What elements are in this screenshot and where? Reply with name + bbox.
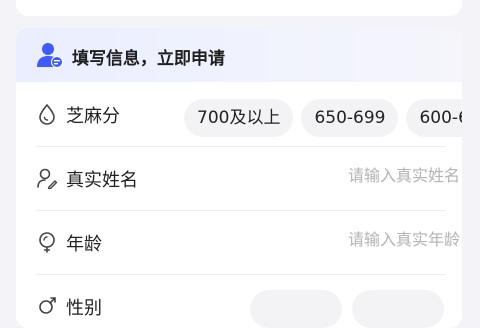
sesame-option-600-649[interactable]: 600-649 <box>406 99 462 137</box>
sesame-option-650-699[interactable]: 650-699 <box>301 99 399 137</box>
real-name-label: 真实姓名 <box>66 170 138 191</box>
real-name-row: 真实姓名 <box>36 148 462 210</box>
form-header: 填写信息，立即申请 <box>16 28 462 82</box>
sesame-score-options: 700及以上650-699600-649 <box>184 99 462 137</box>
droplet-icon <box>39 103 55 125</box>
pen-user-icon <box>37 168 58 189</box>
gender-option-male[interactable] <box>250 290 342 328</box>
divider <box>36 274 446 275</box>
balloon-icon <box>39 232 55 253</box>
user-form-icon <box>37 43 63 68</box>
gender-label: 性别 <box>66 298 102 319</box>
form-title: 填写信息，立即申请 <box>72 49 225 69</box>
age-row: 年龄 <box>36 212 462 274</box>
age-input[interactable] <box>220 230 460 249</box>
divider <box>36 146 446 147</box>
top-card <box>16 0 462 16</box>
sesame-option-700-plus[interactable]: 700及以上 <box>184 99 294 137</box>
divider <box>36 210 446 211</box>
sesame-score-label: 芝麻分 <box>66 106 120 127</box>
gender-row: 性别 <box>36 276 462 328</box>
application-form-card: 填写信息，立即申请 芝麻分 700及以上650-699600-649 真实姓名 <box>16 28 462 328</box>
age-label: 年龄 <box>66 234 102 255</box>
real-name-input[interactable] <box>220 166 460 185</box>
sesame-score-row: 芝麻分 700及以上650-699600-649 <box>36 84 462 146</box>
gender-icon <box>39 297 56 314</box>
gender-option-female[interactable] <box>352 290 444 328</box>
